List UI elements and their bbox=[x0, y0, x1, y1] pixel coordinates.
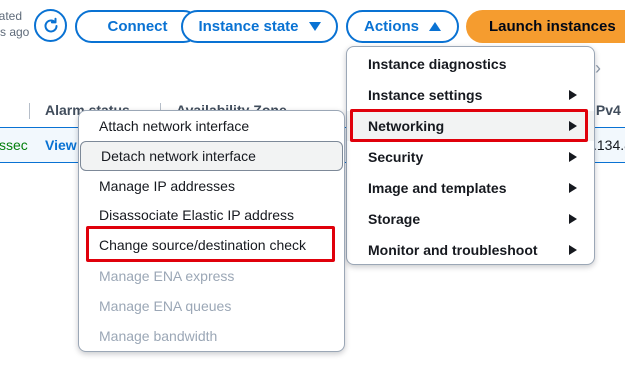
last-updated-line-1: lated bbox=[0, 9, 23, 23]
actions-button-label: Actions bbox=[363, 18, 419, 35]
refresh-button[interactable] bbox=[34, 9, 67, 42]
public-ipv4-text: .134.8 bbox=[593, 137, 625, 153]
menu-item-label: Manage ENA queues bbox=[99, 298, 232, 314]
chevron-right-icon[interactable]: › bbox=[595, 58, 601, 79]
menu-item-image-and-templates[interactable]: Image and templates bbox=[347, 173, 594, 203]
view-alarms-link[interactable]: View bbox=[45, 137, 77, 153]
menu-item-label: Change source/destination check bbox=[99, 237, 307, 253]
menu-item-detach-network-interface[interactable]: Detach network interface bbox=[80, 141, 343, 171]
refresh-icon bbox=[44, 17, 57, 32]
last-updated-line-2: s ago bbox=[0, 25, 30, 39]
menu-item-manage-ena-queues: Manage ENA queues bbox=[79, 291, 344, 321]
menu-item-label: Security bbox=[368, 149, 424, 165]
menu-item-attach-network-interface[interactable]: Attach network interface bbox=[79, 111, 344, 141]
menu-item-label: Attach network interface bbox=[99, 118, 250, 134]
menu-item-label: Disassociate Elastic IP address bbox=[99, 207, 295, 223]
instance-state-button[interactable]: Instance state bbox=[181, 10, 338, 43]
menu-item-manage-ip-addresses[interactable]: Manage IP addresses bbox=[79, 171, 344, 201]
last-updated-text: lated s ago bbox=[0, 8, 29, 40]
launch-instances-label: Launch instances bbox=[489, 18, 616, 35]
caret-right-icon bbox=[569, 183, 577, 193]
menu-item-label: Monitor and troubleshoot bbox=[368, 242, 538, 258]
menu-item-label: Manage bandwidth bbox=[99, 328, 218, 344]
menu-item-label: Storage bbox=[368, 211, 421, 227]
caret-right-icon bbox=[569, 245, 577, 255]
menu-item-label: Networking bbox=[368, 118, 445, 134]
menu-item-label: Manage IP addresses bbox=[99, 178, 235, 194]
caret-right-icon bbox=[569, 90, 577, 100]
menu-item-manage-bandwidth: Manage bandwidth bbox=[79, 321, 344, 351]
menu-item-networking[interactable]: Networking bbox=[347, 111, 594, 141]
caret-right-icon bbox=[569, 214, 577, 224]
menu-item-label: Manage ENA express bbox=[99, 268, 235, 284]
connect-button-label: Connect bbox=[107, 18, 168, 35]
column-header-ipv4[interactable]: IPv4 bbox=[592, 102, 621, 118]
menu-item-label: Instance settings bbox=[368, 87, 483, 103]
instance-state-label: Instance state bbox=[198, 18, 299, 35]
menu-item-storage[interactable]: Storage bbox=[347, 204, 594, 234]
menu-item-monitor-and-troubleshoot[interactable]: Monitor and troubleshoot bbox=[347, 235, 594, 265]
menu-item-security[interactable]: Security bbox=[347, 142, 594, 172]
launch-instances-button[interactable]: Launch instances bbox=[466, 10, 625, 43]
networking-submenu: Attach network interface Detach network … bbox=[78, 110, 345, 352]
caret-down-icon bbox=[308, 22, 321, 31]
menu-item-instance-diagnostics[interactable]: Instance diagnostics bbox=[347, 49, 594, 79]
menu-item-label: Detach network interface bbox=[101, 148, 256, 164]
caret-right-icon bbox=[569, 152, 577, 162]
caret-right-icon bbox=[569, 121, 577, 131]
caret-up-icon bbox=[429, 22, 441, 31]
menu-item-change-source-destination-check[interactable]: Change source/destination check bbox=[79, 230, 344, 260]
menu-item-disassociate-elastic-ip[interactable]: Disassociate Elastic IP address bbox=[79, 200, 344, 230]
actions-menu: Instance diagnostics Instance settings N… bbox=[346, 46, 595, 265]
actions-button[interactable]: Actions bbox=[346, 10, 459, 43]
menu-item-manage-ena-express: Manage ENA express bbox=[79, 261, 344, 291]
column-divider bbox=[29, 103, 30, 119]
menu-item-label: Instance diagnostics bbox=[368, 56, 507, 72]
menu-item-label: Image and templates bbox=[368, 180, 507, 196]
menu-item-instance-settings[interactable]: Instance settings bbox=[347, 80, 594, 110]
status-check-text: ssec bbox=[0, 137, 28, 153]
